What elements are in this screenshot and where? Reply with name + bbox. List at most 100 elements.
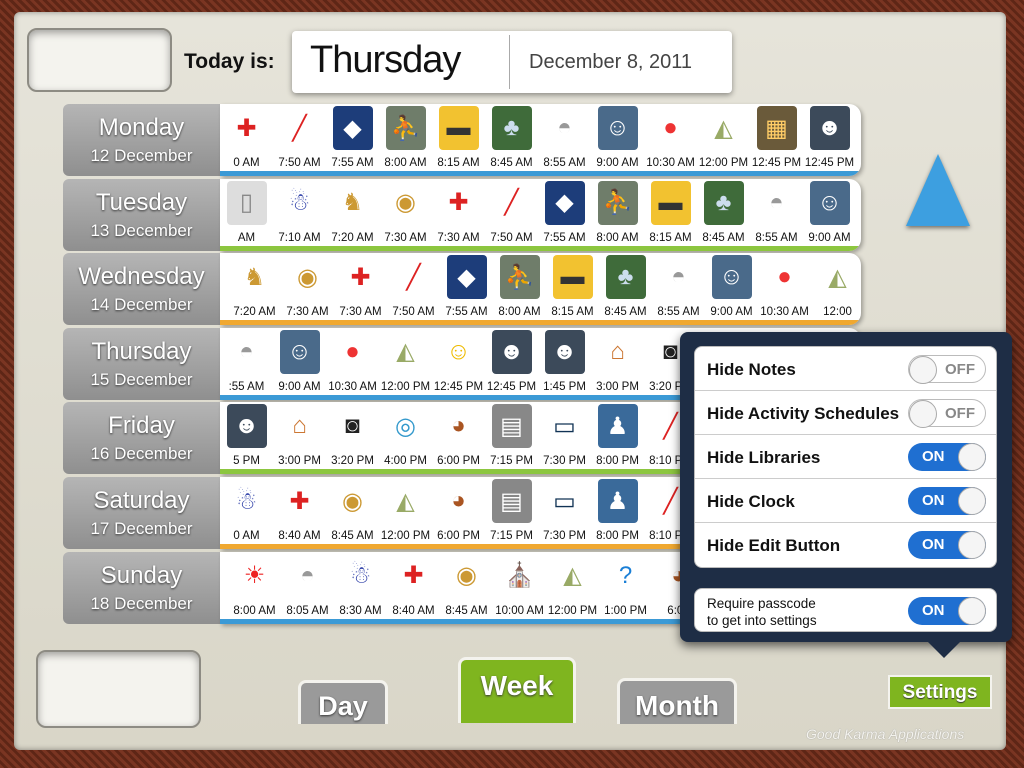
- activity-time: 7:20 AM: [233, 306, 276, 319]
- activity-item[interactable]: ◆ 7:55 AM: [326, 106, 379, 169]
- activity-item[interactable]: ♣ 8:45 AM: [599, 255, 652, 318]
- setting-toggle[interactable]: OFF: [908, 355, 986, 384]
- day-label[interactable]: Saturday 17 December: [63, 477, 220, 549]
- activity-strip[interactable]: ♞ 7:20 AM ◉ 7:30 AM ✚ 7:30 AM ╱ 7:50 AM ◆ 7:55 AM…: [220, 253, 861, 326]
- activity-item[interactable]: ▭ 7:30 PM: [538, 404, 591, 467]
- activity-time: 8:40 AM: [392, 604, 435, 617]
- activity-time: 8:55 AM: [657, 306, 700, 319]
- activity-strip[interactable]: ✚ 0 AM ╱ 7:50 AM ◆ 7:55 AM ⛹ 8:00 AM ▬ 8:15 AM ♣ 8:…: [220, 104, 861, 176]
- activity-item[interactable]: ⛹ 8:00 AM: [591, 180, 644, 244]
- photo-class-icon: ☺: [597, 106, 638, 150]
- activity-item[interactable]: ▬ 8:15 AM: [546, 255, 599, 318]
- activity-item[interactable]: ☀ 8:00 AM: [228, 553, 281, 617]
- activity-item[interactable]: ✚ 8:40 AM: [273, 479, 326, 542]
- activity-item[interactable]: ◭ 12:00 PM: [546, 553, 599, 617]
- activity-item[interactable]: ♟ 8:00 PM: [591, 479, 644, 542]
- activity-item[interactable]: ☻ 12:45 PM: [803, 106, 856, 169]
- activity-item[interactable]: ◕ 6:00 PM: [432, 404, 485, 467]
- day-label[interactable]: Friday 16 December: [63, 402, 220, 475]
- activity-item[interactable]: ♞ 7:20 AM: [228, 255, 281, 318]
- activity-item[interactable]: ◉ 8:45 AM: [326, 479, 379, 542]
- setting-toggle[interactable]: OFF: [908, 399, 986, 428]
- toilet-icon: ◓: [226, 329, 267, 374]
- activity-item[interactable]: ◆ 7:55 AM: [440, 255, 493, 318]
- activity-item[interactable]: ◭ 12:00 PM: [379, 479, 432, 542]
- activity-item[interactable]: ☃ 8:30 AM: [334, 553, 387, 617]
- activity-item[interactable]: ☺ 12:45 PM: [432, 329, 485, 393]
- activity-strip[interactable]: ▯ AM ☃ 7:10 AM ♞ 7:20 AM ◉ 7:30 AM ✚ 7:30 AM ╱ 7:50…: [220, 178, 861, 251]
- activity-item[interactable]: ● 10:30 AM: [644, 106, 697, 169]
- day-label[interactable]: Tuesday 13 December: [63, 178, 220, 251]
- activity-item[interactable]: ◭ 12:00: [811, 255, 861, 318]
- activity-item[interactable]: ◙ 3:20 PM: [326, 404, 379, 467]
- pajamas-icon: ♟: [597, 404, 638, 449]
- activity-item[interactable]: ♣ 8:45 AM: [697, 180, 750, 244]
- setting-toggle[interactable]: ON: [908, 531, 986, 559]
- activity-item[interactable]: ◕ 6:00 PM: [432, 479, 485, 542]
- activity-item[interactable]: ⌂ 3:00 PM: [591, 329, 644, 393]
- day-label[interactable]: Sunday 18 December: [63, 551, 220, 624]
- scroll-up-arrow-icon[interactable]: [906, 154, 970, 226]
- setting-toggle[interactable]: ON: [908, 487, 986, 515]
- activity-item[interactable]: ◓ 8:55 AM: [750, 180, 803, 244]
- tab-month[interactable]: Month: [617, 678, 737, 724]
- activity-item[interactable]: ♟ 8:00 PM: [591, 404, 644, 467]
- activity-item[interactable]: ☻ 5 PM: [220, 404, 273, 467]
- juice-apple-icon: ●: [332, 329, 373, 374]
- activity-item[interactable]: ☻ 12:45 PM: [485, 329, 538, 393]
- passcode-toggle[interactable]: ON: [908, 597, 986, 625]
- activity-item[interactable]: ▭ 7:30 PM: [538, 479, 591, 542]
- activity-item[interactable]: ♞ 7:20 AM: [326, 180, 379, 244]
- day-label[interactable]: Thursday 15 December: [63, 327, 220, 400]
- activity-item[interactable]: ☺ 9:00 AM: [273, 329, 326, 393]
- activity-item[interactable]: ▤ 7:15 PM: [485, 479, 538, 542]
- activity-item[interactable]: ◓ 8:55 AM: [652, 255, 705, 318]
- activity-item[interactable]: ☃ 0 AM: [220, 479, 273, 542]
- activity-item[interactable]: ◓ 8:05 AM: [281, 553, 334, 617]
- toggle-knob: [958, 531, 986, 559]
- activity-item[interactable]: ◎ 4:00 PM: [379, 404, 432, 467]
- activity-item[interactable]: ⛹ 8:00 AM: [379, 106, 432, 169]
- activity-item[interactable]: ◓ 8:55 AM: [538, 106, 591, 169]
- activity-item[interactable]: ◭ 12:00 PM: [379, 329, 432, 393]
- day-label[interactable]: Wednesday 14 December: [63, 253, 220, 326]
- activity-item[interactable]: ⌂ 3:00 PM: [273, 404, 326, 467]
- activity-item[interactable]: ╱ 7:50 AM: [485, 180, 538, 244]
- activity-item[interactable]: ◆ 7:55 AM: [538, 180, 591, 244]
- activity-item[interactable]: ▬ 8:15 AM: [432, 106, 485, 169]
- day-date: 14 December: [90, 295, 193, 315]
- activity-item[interactable]: ✚ 8:40 AM: [387, 553, 440, 617]
- activity-item[interactable]: ✚ 7:30 AM: [432, 180, 485, 244]
- activity-item[interactable]: ✚ 0 AM: [220, 106, 273, 169]
- activity-item[interactable]: ⛪ 10:00 AM: [493, 553, 546, 617]
- tab-week[interactable]: Week: [458, 657, 576, 723]
- toggle-knob: [958, 443, 986, 471]
- activity-item[interactable]: ◓:55 AM: [220, 329, 273, 393]
- activity-item[interactable]: ⛹ 8:00 AM: [493, 255, 546, 318]
- activity-item[interactable]: ◉ 7:30 AM: [281, 255, 334, 318]
- activity-item[interactable]: ▦ 12:45 PM: [750, 106, 803, 169]
- activity-item[interactable]: ╱ 7:50 AM: [387, 255, 440, 318]
- activity-item[interactable]: ● 10:30 AM: [326, 329, 379, 393]
- activity-item[interactable]: ☃ 7:10 AM: [273, 180, 326, 244]
- settings-button[interactable]: Settings: [888, 675, 992, 709]
- activity-item[interactable]: ☺ 9:00 AM: [591, 106, 644, 169]
- activity-item[interactable]: ● 10:30 AM: [758, 255, 811, 318]
- activity-item[interactable]: ◉ 7:30 AM: [379, 180, 432, 244]
- day-label[interactable]: Monday 12 December: [63, 104, 220, 176]
- activity-item[interactable]: ▬ 8:15 AM: [644, 180, 697, 244]
- tab-day[interactable]: Day: [298, 680, 388, 724]
- activity-item[interactable]: ? 1:00 PM: [599, 553, 652, 617]
- activity-item[interactable]: ☺ 9:00 AM: [705, 255, 758, 318]
- activity-item[interactable]: ▤ 7:15 PM: [485, 404, 538, 467]
- breakfast-icon: ◉: [332, 479, 373, 523]
- activity-item[interactable]: ◭ 12:00 PM: [697, 106, 750, 169]
- activity-item[interactable]: ✚ 7:30 AM: [334, 255, 387, 318]
- activity-item[interactable]: ▯ AM: [220, 180, 273, 244]
- activity-item[interactable]: ☻ 1:45 PM: [538, 329, 591, 393]
- activity-item[interactable]: ☺ 9:00 AM: [803, 180, 856, 244]
- activity-item[interactable]: ◉ 8:45 AM: [440, 553, 493, 617]
- activity-item[interactable]: ♣ 8:45 AM: [485, 106, 538, 169]
- setting-toggle[interactable]: ON: [908, 443, 986, 471]
- activity-item[interactable]: ╱ 7:50 AM: [273, 106, 326, 169]
